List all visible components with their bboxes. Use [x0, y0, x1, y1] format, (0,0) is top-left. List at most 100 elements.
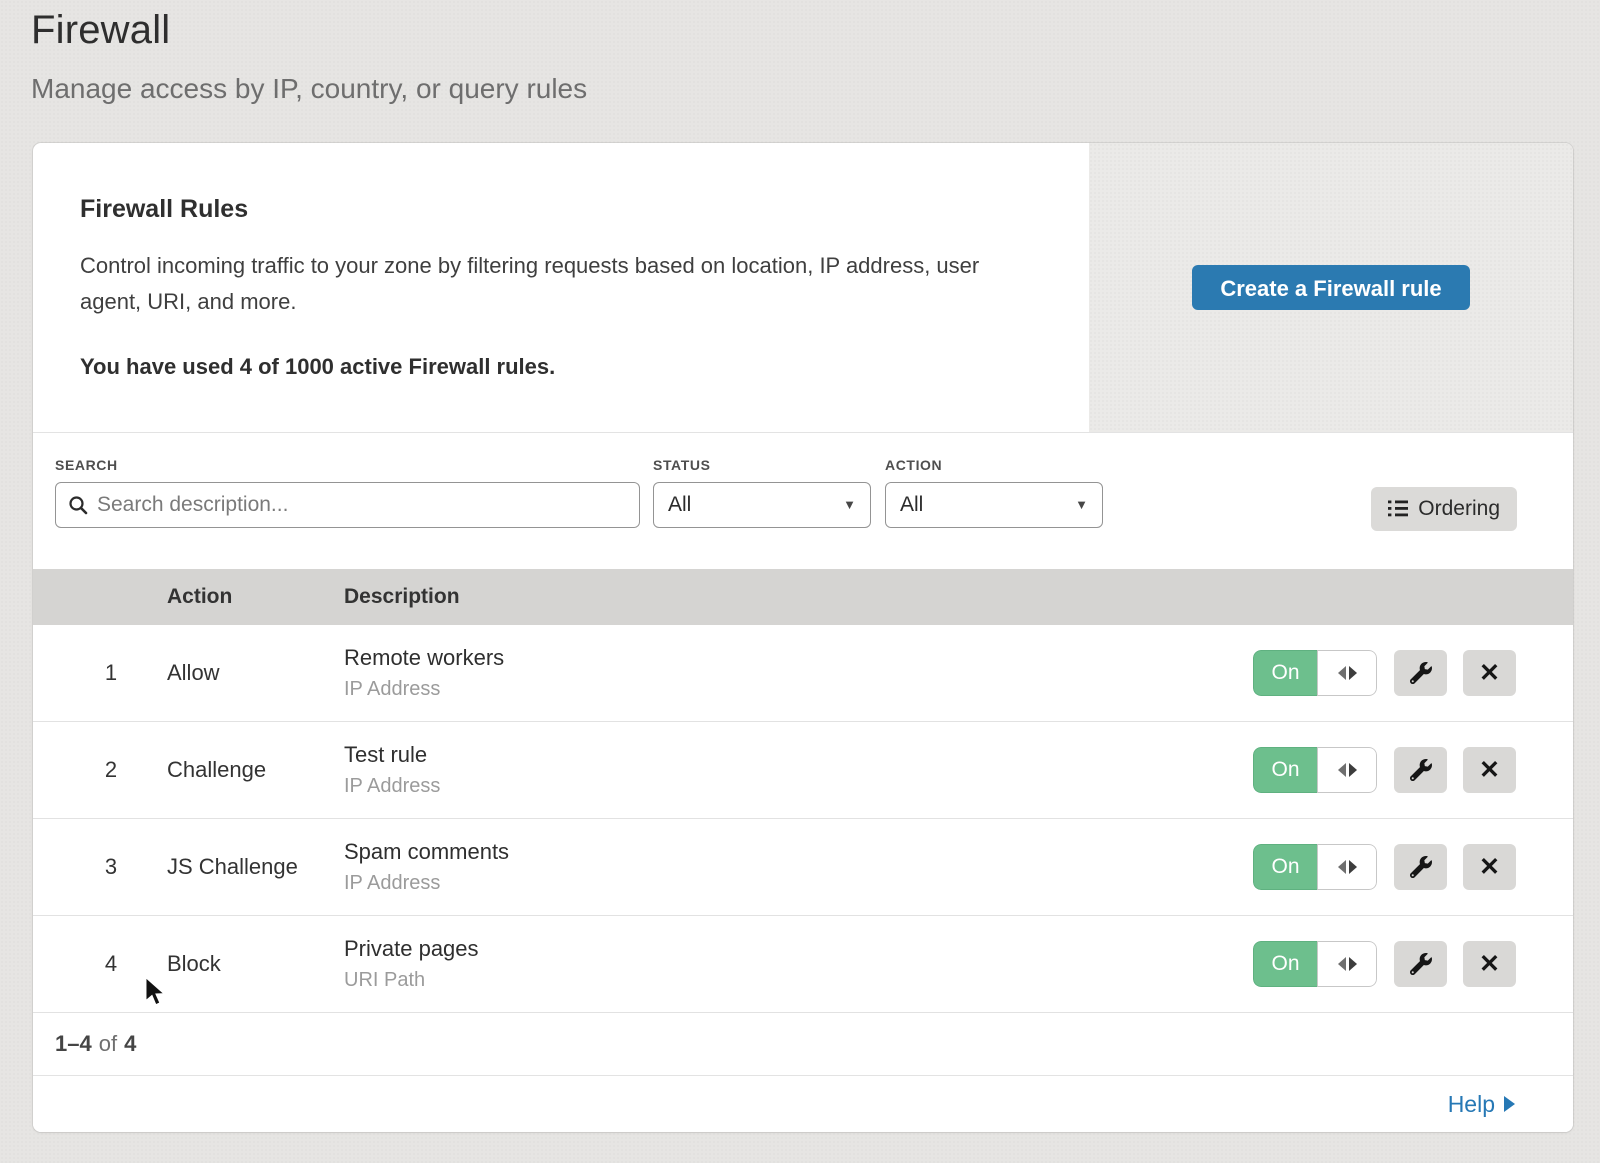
rule-priority: 1 — [55, 660, 167, 686]
triangle-right-icon — [1349, 666, 1357, 680]
help-link-label: Help — [1448, 1091, 1495, 1118]
triangle-right-icon — [1504, 1096, 1515, 1112]
x-icon: ✕ — [1479, 758, 1500, 783]
toggle-handle[interactable] — [1317, 844, 1377, 890]
overview-section: Firewall Rules Control incoming traffic … — [33, 143, 1573, 433]
search-box[interactable] — [55, 482, 640, 528]
x-icon: ✕ — [1479, 952, 1500, 977]
rule-description: Remote workers — [344, 645, 1253, 671]
page-title: Firewall — [31, 8, 1600, 53]
rule-action: Allow — [167, 660, 344, 686]
status-label: STATUS — [653, 457, 871, 473]
toggle-handle[interactable] — [1317, 941, 1377, 987]
magnifier-icon — [68, 495, 88, 515]
rule-description: Spam comments — [344, 839, 1253, 865]
delete-rule-button[interactable]: ✕ — [1463, 844, 1516, 890]
chevron-down-icon: ▼ — [1075, 497, 1088, 512]
wrench-icon — [1410, 953, 1432, 975]
table-row: 3 JS Challenge Spam comments IP Address … — [33, 819, 1573, 916]
rule-enabled-toggle[interactable]: On — [1253, 747, 1377, 793]
search-group: SEARCH — [55, 457, 640, 528]
search-input[interactable] — [97, 483, 627, 527]
rule-action: JS Challenge — [167, 854, 344, 880]
rule-description: Test rule — [344, 742, 1253, 768]
create-rule-panel: Create a Firewall rule — [1089, 143, 1573, 432]
ordered-list-icon — [1388, 500, 1408, 517]
overview-heading: Firewall Rules — [80, 195, 1029, 224]
usage-summary: You have used 4 of 1000 active Firewall … — [80, 354, 1029, 380]
triangle-left-icon — [1338, 957, 1346, 971]
rule-description-cell: Private pages URI Path — [344, 936, 1253, 992]
create-firewall-rule-button[interactable]: Create a Firewall rule — [1192, 265, 1469, 310]
toggle-on-label: On — [1253, 650, 1317, 696]
rule-match-type: IP Address — [344, 678, 1253, 701]
status-dropdown-value: All — [668, 493, 691, 517]
ordering-button-label: Ordering — [1418, 497, 1500, 521]
ordering-button[interactable]: Ordering — [1371, 487, 1517, 531]
edit-rule-button[interactable] — [1394, 650, 1447, 696]
rule-enabled-toggle[interactable]: On — [1253, 941, 1377, 987]
table-row: 4 Block Private pages URI Path On — [33, 916, 1573, 1013]
toggle-handle[interactable] — [1317, 650, 1377, 696]
x-icon: ✕ — [1479, 661, 1500, 686]
rule-priority: 2 — [55, 757, 167, 783]
status-group: STATUS All ▼ — [653, 457, 871, 528]
pagination-of: of — [99, 1031, 117, 1057]
rule-controls: On ✕ — [1253, 747, 1516, 793]
status-dropdown[interactable]: All ▼ — [653, 482, 871, 528]
table-row: 2 Challenge Test rule IP Address On — [33, 722, 1573, 819]
delete-rule-button[interactable]: ✕ — [1463, 650, 1516, 696]
overview-text: Firewall Rules Control incoming traffic … — [33, 143, 1089, 432]
triangle-left-icon — [1338, 763, 1346, 777]
rule-priority: 4 — [55, 951, 167, 977]
description-column-header: Description — [344, 585, 1573, 609]
edit-rule-button[interactable] — [1394, 844, 1447, 890]
edit-rule-button[interactable] — [1394, 747, 1447, 793]
pagination-range: 1–4 — [55, 1031, 92, 1057]
rule-description-cell: Test rule IP Address — [344, 742, 1253, 798]
firewall-rules-card: Firewall Rules Control incoming traffic … — [33, 143, 1573, 1132]
action-dropdown-value: All — [900, 493, 923, 517]
x-icon: ✕ — [1479, 855, 1500, 880]
rule-description: Private pages — [344, 936, 1253, 962]
rule-controls: On ✕ — [1253, 844, 1516, 890]
action-label: ACTION — [885, 457, 1103, 473]
help-link[interactable]: Help — [1448, 1091, 1515, 1118]
toggle-on-label: On — [1253, 747, 1317, 793]
toggle-on-label: On — [1253, 941, 1317, 987]
rule-controls: On ✕ — [1253, 650, 1516, 696]
rule-action: Challenge — [167, 757, 344, 783]
pagination-total: 4 — [124, 1031, 136, 1057]
rule-priority: 3 — [55, 854, 167, 880]
pagination: 1–4 of 4 — [33, 1013, 1573, 1075]
triangle-left-icon — [1338, 860, 1346, 874]
rules-list: 1 Allow Remote workers IP Address On — [33, 625, 1573, 1013]
delete-rule-button[interactable]: ✕ — [1463, 747, 1516, 793]
triangle-right-icon — [1349, 763, 1357, 777]
rule-match-type: URI Path — [344, 969, 1253, 992]
overview-description: Control incoming traffic to your zone by… — [80, 248, 1029, 320]
rule-enabled-toggle[interactable]: On — [1253, 650, 1377, 696]
rule-enabled-toggle[interactable]: On — [1253, 844, 1377, 890]
rule-description-cell: Remote workers IP Address — [344, 645, 1253, 701]
rule-controls: On ✕ — [1253, 941, 1516, 987]
action-group: ACTION All ▼ — [885, 457, 1103, 528]
delete-rule-button[interactable]: ✕ — [1463, 941, 1516, 987]
action-dropdown[interactable]: All ▼ — [885, 482, 1103, 528]
search-label: SEARCH — [55, 457, 640, 473]
triangle-right-icon — [1349, 957, 1357, 971]
table-header: Action Description — [33, 569, 1573, 625]
triangle-left-icon — [1338, 666, 1346, 680]
rule-description-cell: Spam comments IP Address — [344, 839, 1253, 895]
rule-match-type: IP Address — [344, 775, 1253, 798]
wrench-icon — [1410, 759, 1432, 781]
table-row: 1 Allow Remote workers IP Address On — [33, 625, 1573, 722]
wrench-icon — [1410, 662, 1432, 684]
toggle-handle[interactable] — [1317, 747, 1377, 793]
edit-rule-button[interactable] — [1394, 941, 1447, 987]
triangle-right-icon — [1349, 860, 1357, 874]
action-column-header: Action — [167, 585, 344, 609]
card-footer: Help — [33, 1075, 1573, 1132]
rule-match-type: IP Address — [344, 872, 1253, 895]
page-subtitle: Manage access by IP, country, or query r… — [31, 73, 1600, 105]
